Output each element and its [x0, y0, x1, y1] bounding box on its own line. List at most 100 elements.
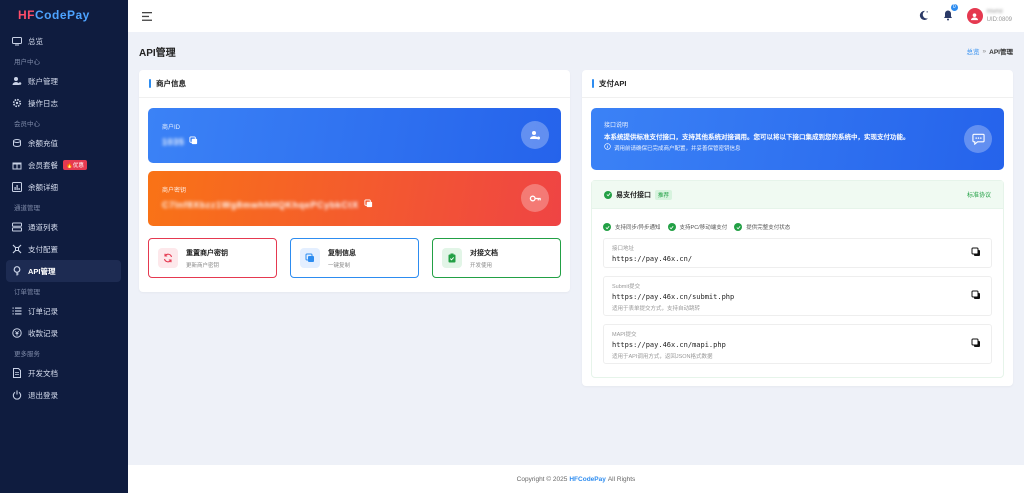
sidebar-item[interactable]: 余额充值: [6, 132, 121, 154]
sidebar-item-label: 账户管理: [28, 76, 58, 86]
endpoint-label: Submit提交: [612, 284, 641, 290]
copy-icon[interactable]: [971, 290, 981, 302]
sidebar-item-label: 退出登录: [28, 390, 58, 400]
api-desc-note: 调用前请确保已完成商户配置，并妥善保管密钥信息: [614, 145, 741, 152]
copy-id-icon[interactable]: [189, 136, 198, 147]
feature-label: 提供完整支付状态: [746, 225, 791, 231]
brand-logo[interactable]: HF CodePay: [0, 0, 128, 30]
nav-section-title: 会员中心: [14, 121, 40, 128]
merchant-id-box: 商户ID 1035: [148, 108, 561, 163]
merchant-key-label: 商户密钥: [162, 188, 187, 194]
avatar: [966, 8, 983, 24]
sidebar-item[interactable]: 订单记录: [6, 300, 121, 322]
chart-icon: [12, 182, 22, 192]
monitor-icon: [12, 36, 22, 46]
chat-icon: [964, 125, 992, 153]
refresh-icon: [158, 248, 178, 268]
copy-key-icon[interactable]: [364, 199, 373, 210]
page-title: API管理: [139, 47, 176, 59]
action-title: 重置商户密钥: [186, 249, 228, 257]
dark-mode-moon-icon[interactable]: [918, 10, 929, 23]
endpoint-hint: 适用于表单提交方式，支持自动跳转: [612, 306, 701, 312]
sidebar-item-label: 操作日志: [28, 98, 58, 108]
standard-protocol-label: 标准协议: [966, 193, 991, 199]
topbar: 0 hfwh8 UID:0809: [128, 0, 1024, 32]
nav-section-title: 更多服务: [14, 351, 40, 358]
list-icon: [12, 306, 22, 316]
sidebar-item-label: 通道列表: [28, 222, 58, 232]
copy-info-button[interactable]: 复制信息 一键复制: [290, 238, 419, 278]
sidebar-item[interactable]: 余额详细: [6, 176, 121, 198]
breadcrumb-current: API管理: [989, 49, 1013, 56]
sidebar-item[interactable]: 退出登录: [6, 384, 121, 406]
sidebar-item[interactable]: 总览: [6, 30, 121, 52]
sidebar-item-label: 收款记录: [28, 328, 58, 338]
check-circle-icon: [604, 190, 612, 199]
footer-suffix: All Rights: [607, 475, 636, 483]
footer-brand[interactable]: HFCodePay: [569, 476, 605, 483]
sidebar-item-label: 会员套餐: [28, 160, 58, 170]
action-title: 复制信息: [328, 249, 356, 257]
feature-item: 支持同步/异步通知: [603, 223, 661, 231]
merchant-key-box: 商户密钥 C7lnf8Xbzz1Wg8mwhhHQKhqePCybkCtX: [148, 171, 561, 226]
power-icon: [12, 390, 22, 400]
api-card-title: 支付API: [599, 79, 627, 88]
sidebar-item[interactable]: 支付配置: [6, 238, 121, 260]
sidebar-item[interactable]: 操作日志: [6, 92, 121, 114]
api-description-box: 接口说明 本系统提供标准支付接口，支持其他系统对接调用。您可以将以下接口集成到您…: [591, 108, 1004, 170]
user-gear-icon: [12, 76, 22, 86]
receipt-icon: [12, 328, 22, 338]
sidebar-item-label: 余额充值: [28, 138, 58, 148]
sidebar-item-label: 订单记录: [28, 306, 58, 316]
endpoint-label: 接口地址: [612, 246, 635, 252]
api-desc-title: 接口说明: [604, 123, 629, 129]
merchant-card-title: 商户信息: [156, 79, 186, 88]
endpoint-hint: 适用于API调用方式，返回JSON格式数据: [612, 354, 713, 360]
feature-label: 支持PC/移动端支付: [679, 225, 728, 231]
doc-icon: [12, 368, 22, 378]
settings-icon: [12, 98, 22, 108]
nav-section-title: 用户中心: [14, 59, 40, 66]
notification-bell-icon[interactable]: 0: [943, 3, 958, 23]
footer: Copyright © 2025 HFCodePay All Rights: [128, 465, 1024, 493]
sidebar-item-label: 余额详细: [28, 182, 58, 192]
sidebar-item[interactable]: 收款记录: [6, 322, 121, 344]
copy-icon[interactable]: [971, 338, 981, 350]
sidebar-item-label: 总览: [28, 36, 43, 46]
server-icon: [12, 222, 22, 232]
key-icon: [12, 266, 22, 276]
endpoint-box: Submit提交 https://pay.46x.cn/submit.php 适…: [603, 276, 992, 316]
user-menu[interactable]: hfwh8 UID:0809: [966, 8, 1012, 24]
menu-toggle-icon[interactable]: [140, 9, 154, 23]
check-circle-icon: [667, 223, 676, 231]
sidebar-item-label: 开发文档: [28, 368, 58, 378]
gift-icon: [12, 160, 22, 170]
merchant-id-label: 商户ID: [162, 125, 181, 131]
epay-panel: 易支付接口 推荐 标准协议 支持同步/异步通知 支持PC/移动端支付 提供完整支…: [591, 180, 1004, 378]
user-uid: UID:0809: [986, 17, 1012, 23]
merchant-key-value: C7lnf8Xbzz1Wg8mwhhHQKhqePCybkCtX: [162, 199, 359, 210]
promo-badge: 🔥优惠: [63, 160, 87, 170]
reset-key-button[interactable]: 重置商户密钥 更新商户密钥: [148, 238, 277, 278]
sidebar-item[interactable]: 账户管理: [6, 70, 121, 92]
check-circle-icon: [734, 223, 743, 231]
action-subtitle: 更新商户密钥: [186, 262, 220, 269]
breadcrumb: 总览 » API管理: [967, 46, 1013, 57]
nav-section-title: 通道管理: [14, 205, 40, 212]
action-subtitle: 一键复制: [328, 262, 351, 269]
sidebar-item[interactable]: API管理: [6, 260, 121, 282]
sidebar-item-label: API管理: [28, 266, 56, 276]
page-header: API管理 总览 » API管理: [128, 32, 1024, 70]
sidebar-item[interactable]: 开发文档: [6, 362, 121, 384]
api-docs-button[interactable]: 对接文档 开发使用: [432, 238, 561, 278]
sidebar-item[interactable]: 会员套餐 🔥优惠: [6, 154, 121, 176]
feature-item: 提供完整支付状态: [734, 223, 790, 231]
copy-icon[interactable]: [971, 247, 981, 259]
sidebar-item[interactable]: 通道列表: [6, 216, 121, 238]
check-circle-icon: [603, 223, 611, 231]
sidebar-nav: 总览用户中心账户管理操作日志会员中心余额充值会员套餐 🔥优惠余额详细通道管理通道列…: [0, 30, 128, 406]
user-name: hfwh8: [986, 9, 1003, 15]
breadcrumb-home[interactable]: 总览: [967, 46, 980, 56]
endpoint-url: https://pay.46x.cn/submit.php: [612, 293, 735, 301]
action-title: 对接文档: [470, 249, 498, 257]
